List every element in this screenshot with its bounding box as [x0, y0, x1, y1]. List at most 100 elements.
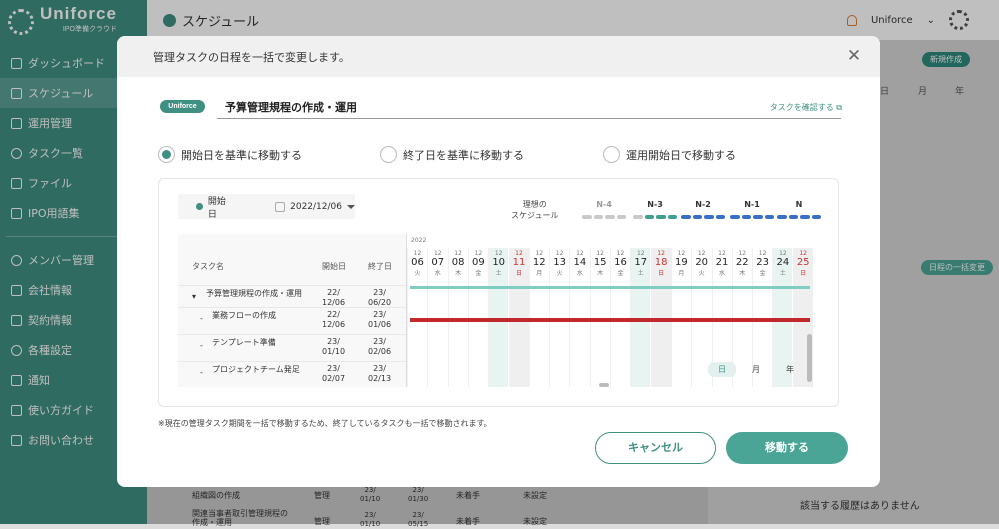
table-row[interactable]: - プロジェクトチーム発足 23/ 02/07 23/ 02/13 — [178, 361, 406, 387]
external-link-icon: ⧉ — [836, 103, 842, 112]
day-number: 13 — [553, 257, 566, 268]
radio-button[interactable] — [380, 146, 397, 163]
task-start: 23/ 02/07 — [322, 364, 346, 383]
day-number: 23 — [756, 257, 769, 268]
day-month: 12 — [535, 250, 544, 257]
task-name: 予算管理規程の作成・運用 — [206, 289, 302, 298]
milestone-segment — [753, 215, 763, 219]
day-number: 16 — [614, 257, 627, 268]
task-name: プロジェクトチーム発足 — [212, 365, 300, 374]
task-title: 予算管理規程の作成・運用 — [225, 101, 357, 114]
radio-start-date[interactable]: 開始日を基準に移動する — [158, 146, 302, 163]
task-end: 23/ 02/06 — [368, 337, 392, 356]
table-row[interactable]: - 業務フローの作成 22/ 12/06 23/ 01/06 — [178, 307, 406, 334]
divider — [217, 118, 841, 119]
bullet-icon: - — [200, 368, 203, 377]
day-month: 12 — [454, 250, 462, 257]
radio-end-date[interactable]: 終了日を基準に移動する — [380, 146, 524, 163]
milestone-label: N-3 — [647, 200, 663, 209]
day-weekday: 土 — [637, 270, 644, 277]
day-weekday: 日 — [515, 270, 522, 277]
radio-label: 運用開始日で移動する — [626, 148, 736, 162]
radio-button[interactable] — [603, 146, 620, 163]
scale-year[interactable]: 年 — [776, 362, 804, 377]
task-end: 23/ 01/06 — [368, 310, 392, 329]
milestone-n-2: N-2 — [681, 200, 725, 219]
task-name: 業務フローの作成 — [212, 311, 276, 320]
move-button[interactable]: 移動する — [726, 432, 848, 464]
header-end: 終了日 — [368, 262, 392, 271]
milestone-segment — [811, 215, 821, 219]
day-weekday: 金 — [475, 270, 482, 277]
milestone-segment — [616, 215, 626, 219]
day-number: 17 — [634, 257, 648, 268]
day-weekday: 金 — [759, 270, 766, 277]
day-number: 15 — [593, 257, 607, 268]
day-number: 10 — [492, 257, 506, 268]
day-month: 12 — [697, 250, 706, 257]
table-row[interactable]: - テンプレート準備 23/ 01/10 23/ 02/06 — [178, 334, 406, 361]
task-start: 23/ 01/10 — [322, 337, 346, 356]
day-weekday: 土 — [495, 270, 502, 277]
milestone-segment — [715, 215, 725, 219]
day-month: 12 — [779, 250, 787, 257]
milestone-segment — [681, 215, 691, 219]
day-month: 12 — [596, 250, 604, 257]
day-weekday: 水 — [434, 270, 441, 277]
close-icon[interactable]: ✕ — [846, 48, 862, 65]
day-number: 12 — [532, 257, 546, 268]
year-label: 2022 — [411, 237, 427, 244]
start-date-label: 開始日 — [207, 196, 226, 220]
expand-icon[interactable]: ▾ — [192, 292, 196, 302]
vertical-scrollbar[interactable] — [807, 334, 812, 382]
horizontal-scrollbar[interactable] — [599, 383, 609, 387]
start-date-value[interactable]: 2022/12/06 — [290, 202, 342, 212]
day-weekday: 水 — [576, 270, 583, 277]
day-number: 19 — [675, 257, 688, 268]
milestone-segment — [741, 215, 751, 219]
table-row[interactable]: ▾ 予算管理規程の作成・運用 22/ 12/06 23/ 06/20 — [178, 285, 406, 307]
milestone-segment — [605, 215, 615, 219]
day-weekday: 火 — [414, 270, 421, 277]
dot-icon — [196, 203, 203, 210]
milestone-segment — [777, 215, 787, 219]
day-number: 20 — [695, 257, 709, 268]
milestone-n: N — [777, 200, 821, 219]
milestone-n-1: N-1 — [730, 200, 774, 219]
milestone-segment — [582, 215, 592, 219]
day-month: 12 — [758, 250, 767, 257]
bar-parent — [410, 286, 810, 289]
day-month: 12 — [433, 250, 442, 257]
scale-switch: 日 月 年 — [708, 362, 804, 377]
day-number: 11 — [512, 257, 526, 268]
day-number: 18 — [654, 257, 668, 268]
scale-month[interactable]: 月 — [742, 362, 770, 377]
milestone-segment — [730, 215, 740, 219]
modal-header: 管理タスクの日程を一括で変更します。 — [117, 36, 880, 77]
radio-operation-start[interactable]: 運用開始日で移動する — [603, 146, 736, 163]
confirm-task-link[interactable]: タスクを確認する ⧉ — [770, 102, 842, 113]
bullet-icon: - — [200, 341, 203, 350]
milestone-label: N-4 — [596, 200, 612, 209]
bar-workflow — [410, 318, 810, 322]
milestone-segment — [644, 215, 654, 219]
scale-day[interactable]: 日 — [708, 362, 736, 377]
bulk-reschedule-modal: 管理タスクの日程を一括で変更します。 ✕ Uniforce 予算管理規程の作成・… — [117, 36, 880, 487]
day-month: 12 — [576, 250, 584, 257]
day-weekday: 水 — [718, 270, 725, 277]
caret-down-icon[interactable] — [347, 204, 355, 209]
day-number: 06 — [411, 257, 424, 268]
day-weekday: 月 — [678, 270, 685, 277]
day-number: 22 — [735, 257, 749, 268]
milestone-segment — [704, 215, 714, 219]
radio-button[interactable] — [158, 146, 175, 163]
schedule-panel: 開始日 2022/12/06 理想の スケジュール N-4 N-3 N-2 N-1 N … — [158, 178, 839, 407]
gantt-chart: タスク名 開始日 終了日 ▾ 予算管理規程の作成・運用 22/ 12/06 23/ 0… — [178, 234, 820, 387]
radio-label: 開始日を基準に移動する — [181, 148, 302, 162]
start-date-picker[interactable]: 開始日 2022/12/06 — [178, 194, 355, 220]
cancel-button[interactable]: キャンセル — [595, 432, 716, 464]
day-weekday: 月 — [536, 270, 543, 277]
radio-label: 終了日を基準に移動する — [403, 148, 524, 162]
day-number: 14 — [573, 257, 587, 268]
day-weekday: 火 — [698, 270, 705, 277]
